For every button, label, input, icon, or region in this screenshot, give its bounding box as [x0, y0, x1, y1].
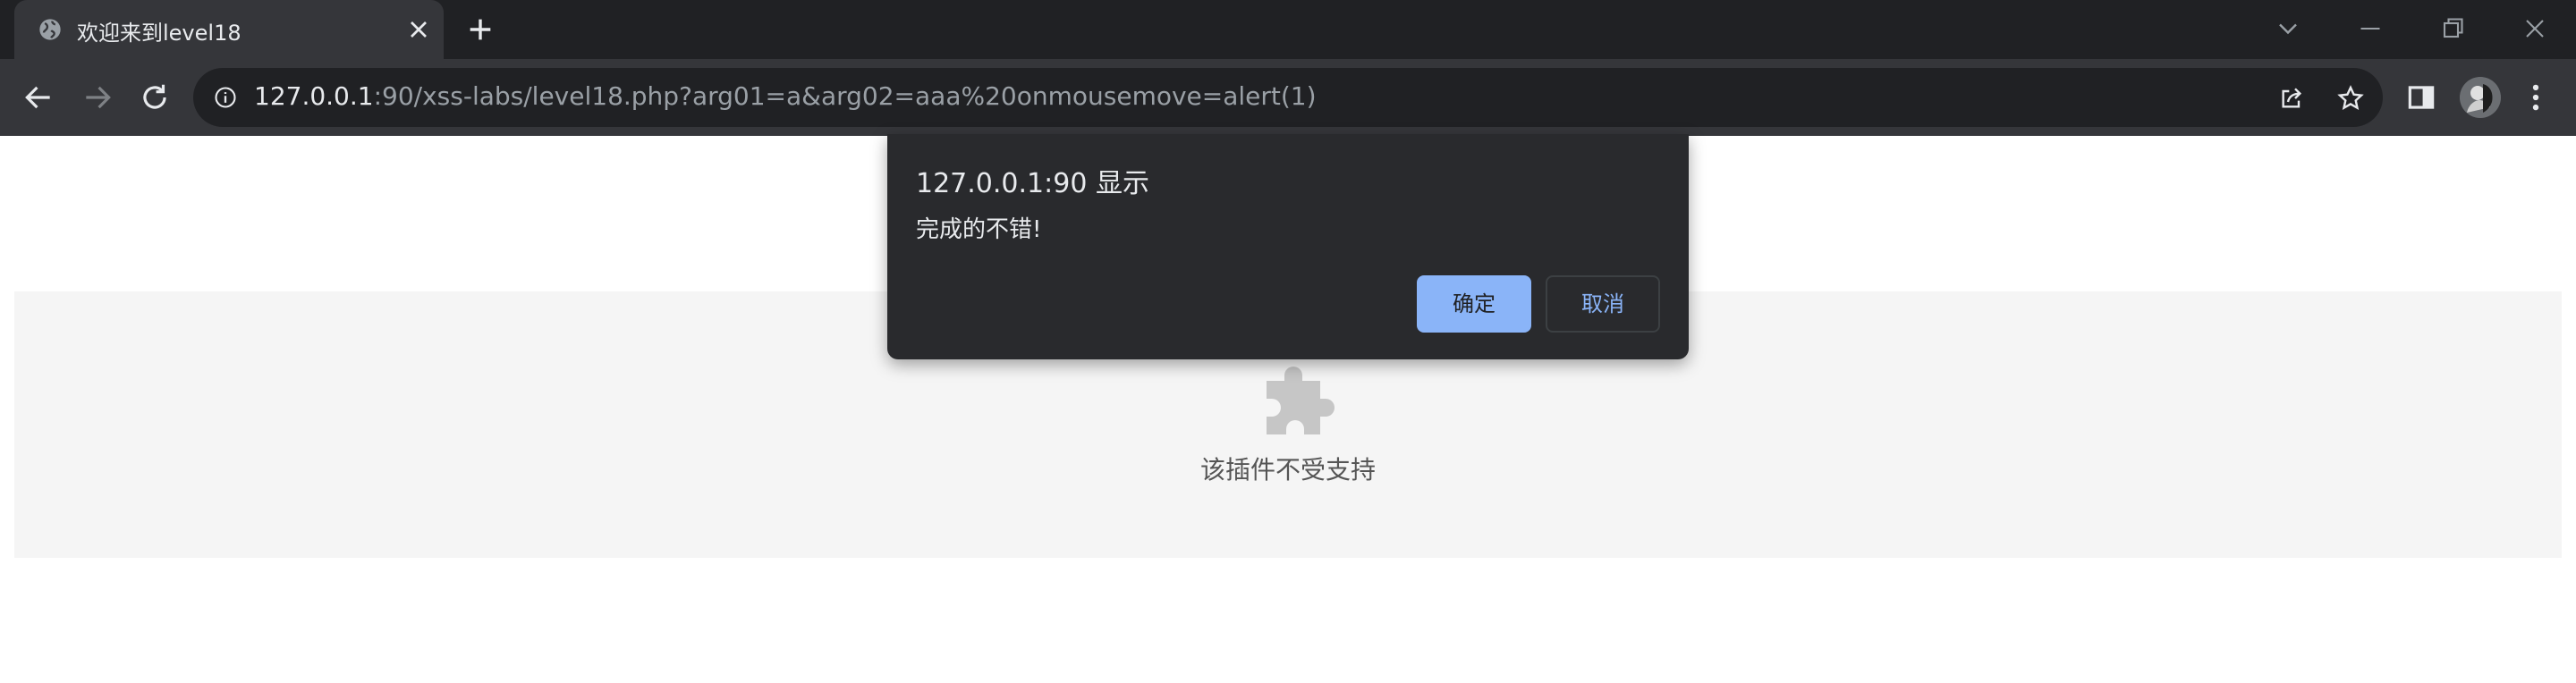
url-path: :90/xss-labs/level18.php?arg01=a&arg02=a…	[373, 81, 1317, 111]
dialog-title: 127.0.0.1:90 显示	[916, 168, 1149, 199]
tab-strip: 欢迎来到level18	[0, 0, 2576, 59]
cancel-button[interactable]: 取消	[1546, 275, 1660, 333]
dialog-message: 完成的不错!	[916, 216, 1042, 243]
url-text[interactable]: 127.0.0.1:90/xss-labs/level18.php?arg01=…	[254, 81, 1317, 111]
new-tab-button[interactable]	[465, 14, 496, 45]
ok-button[interactable]: 确定	[1417, 275, 1531, 333]
alert-dialog: 127.0.0.1:90 显示 完成的不错! 确定 取消	[887, 134, 1689, 359]
browser-toolbar: 127.0.0.1:90/xss-labs/level18.php?arg01=…	[0, 59, 2576, 136]
kebab-menu-icon[interactable]	[2519, 80, 2553, 114]
forward-icon[interactable]	[80, 80, 114, 114]
window-close-icon[interactable]	[2519, 13, 2551, 45]
star-icon[interactable]	[2336, 84, 2365, 113]
chevron-down-icon[interactable]	[2272, 13, 2304, 45]
browser-tab[interactable]: 欢迎来到level18	[14, 0, 444, 59]
profile-avatar[interactable]	[2460, 77, 2501, 118]
minimize-icon[interactable]	[2354, 13, 2386, 45]
side-panel-icon[interactable]	[2404, 80, 2438, 114]
back-icon[interactable]	[21, 80, 55, 114]
restore-icon[interactable]	[2436, 13, 2469, 45]
tab-close-icon[interactable]	[404, 15, 433, 44]
plugin-unsupported-text: 该插件不受支持	[1199, 455, 1376, 485]
puzzle-icon	[1267, 367, 1335, 434]
tab-title: 欢迎来到level18	[77, 21, 242, 46]
share-icon[interactable]	[2277, 84, 2306, 113]
url-host: 127.0.0.1	[254, 81, 374, 111]
globe-icon	[39, 19, 61, 40]
info-icon[interactable]	[213, 85, 238, 110]
avatar-image	[2460, 77, 2501, 118]
address-bar[interactable]: 127.0.0.1:90/xss-labs/level18.php?arg01=…	[193, 68, 2383, 127]
reload-icon[interactable]	[138, 80, 172, 114]
